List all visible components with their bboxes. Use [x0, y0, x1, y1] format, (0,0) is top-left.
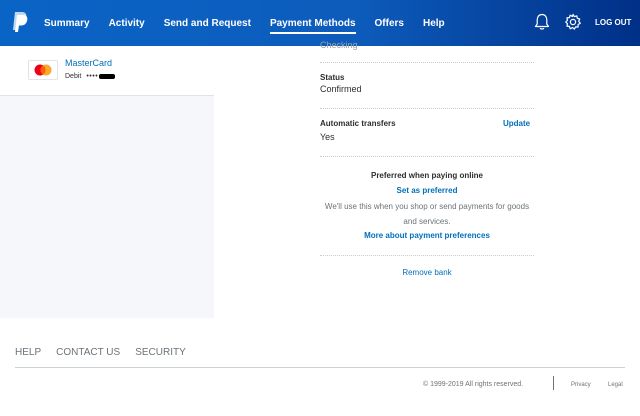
mastercard-logo-icon [28, 60, 58, 80]
nav-summary[interactable]: Summary [44, 0, 90, 46]
divider [320, 255, 534, 256]
bell-icon[interactable] [534, 13, 550, 31]
logout-button[interactable]: LOG OUT [595, 18, 631, 27]
card-masked-number: •••• [86, 73, 99, 80]
card-name: MasterCard [65, 58, 113, 68]
footer-help-link[interactable]: HELP [15, 347, 41, 358]
footer-links: HELP CONTACT US SECURITY [15, 347, 201, 358]
footer-divider [15, 367, 625, 368]
account-type-text: Checking [320, 40, 358, 50]
automatic-transfers-value: Yes [320, 132, 335, 142]
nav-send-and-request[interactable]: Send and Request [164, 0, 251, 46]
more-about-preferences-link[interactable]: More about payment preferences [320, 231, 534, 240]
status-label: Status [320, 73, 345, 82]
paypal-logo-icon[interactable] [12, 11, 28, 33]
nav-help[interactable]: Help [423, 0, 445, 46]
payment-methods-list: MasterCard Debit •••• [0, 46, 214, 318]
divider [320, 108, 534, 109]
card-type: Debit [65, 73, 82, 80]
nav-activity[interactable]: Activity [109, 0, 145, 46]
divider [320, 156, 534, 157]
update-link[interactable]: Update [503, 119, 530, 128]
legal-link[interactable]: Legal [608, 382, 623, 388]
card-number-redaction [99, 74, 116, 79]
copyright-text: © 1999-2019 All rights reserved. [423, 381, 524, 388]
privacy-link[interactable]: Privacy [571, 382, 591, 388]
footer-separator [553, 376, 554, 390]
preferred-title: Preferred when paying online [370, 171, 484, 180]
card-subtitle: Debit •••• [65, 73, 116, 80]
gear-icon[interactable] [564, 13, 582, 31]
list-item-mastercard[interactable]: MasterCard Debit •••• [0, 46, 214, 96]
preferred-description: We'll use this when you shop or send pay… [324, 202, 530, 226]
remove-bank-link[interactable]: Remove bank [320, 268, 534, 277]
set-as-preferred-link[interactable]: Set as preferred [320, 186, 534, 195]
automatic-transfers-label: Automatic transfers [320, 119, 396, 128]
payment-method-details: Checking Status Confirmed Automatic tran… [214, 40, 640, 318]
divider [320, 62, 534, 63]
status-value: Confirmed [320, 84, 362, 94]
footer-contact-us-link[interactable]: CONTACT US [56, 347, 120, 358]
main-nav: Summary Activity Send and Request Paymen… [44, 0, 464, 46]
footer-security-link[interactable]: SECURITY [135, 347, 186, 358]
nav-offers[interactable]: Offers [375, 0, 404, 46]
